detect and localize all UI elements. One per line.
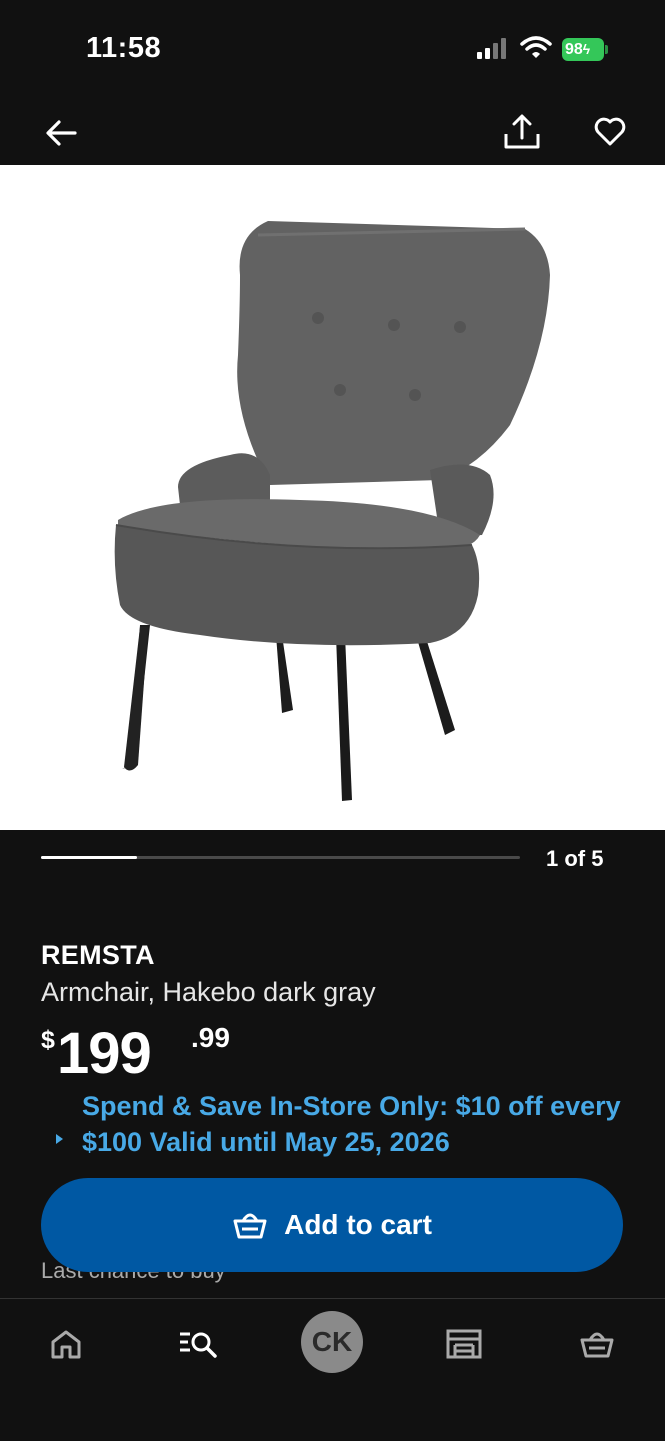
shopping-basket-icon bbox=[580, 1332, 614, 1358]
pager-progress-track bbox=[41, 856, 520, 859]
wifi-icon bbox=[520, 36, 552, 58]
add-to-cart-button[interactable]: Add to cart bbox=[41, 1178, 623, 1272]
charging-bolt-icon: ϟ bbox=[582, 41, 591, 57]
image-pager: 1 of 5 bbox=[0, 830, 665, 890]
share-button[interactable] bbox=[498, 108, 546, 156]
status-bar: 11:58 98ϟ bbox=[0, 0, 665, 100]
tab-cart[interactable] bbox=[572, 1319, 622, 1369]
top-navigation bbox=[0, 100, 665, 165]
pager-progress-fill bbox=[41, 856, 137, 859]
favorite-button[interactable] bbox=[586, 108, 634, 156]
back-button[interactable] bbox=[38, 110, 84, 156]
tab-search[interactable] bbox=[173, 1319, 223, 1369]
tab-home[interactable] bbox=[41, 1319, 91, 1369]
status-time: 11:58 bbox=[86, 32, 162, 64]
heart-icon bbox=[594, 117, 626, 146]
battery-level: 98 bbox=[565, 41, 583, 58]
product-image[interactable] bbox=[0, 165, 665, 830]
product-name: REMSTA bbox=[41, 940, 155, 970]
add-to-cart-label: Add to cart bbox=[284, 1209, 432, 1240]
price-integer: 199 bbox=[57, 1021, 152, 1086]
armchair-image bbox=[114, 221, 550, 801]
price-decimal: .99 bbox=[191, 1022, 230, 1053]
bottom-tab-bar: CK bbox=[0, 1298, 665, 1441]
arrow-left-icon bbox=[46, 120, 77, 146]
price-currency: $ bbox=[41, 1026, 55, 1054]
product-description: Armchair, Hakebo dark gray bbox=[41, 977, 376, 1007]
caret-right-icon bbox=[56, 1134, 63, 1144]
share-icon bbox=[504, 114, 540, 149]
store-icon bbox=[446, 1329, 482, 1359]
cellular-signal-icon bbox=[477, 38, 506, 59]
tab-profile[interactable]: CK bbox=[301, 1311, 363, 1373]
search-list-icon bbox=[180, 1332, 217, 1358]
tab-store[interactable] bbox=[439, 1319, 489, 1369]
home-icon bbox=[51, 1330, 81, 1359]
promo-banner[interactable]: Spend & Save In-Store Only: $10 off ever… bbox=[0, 1084, 665, 1178]
battery-indicator: 98ϟ bbox=[562, 38, 608, 61]
shopping-basket-icon bbox=[233, 1213, 267, 1239]
promo-text: Spend & Save In-Store Only: $10 off ever… bbox=[82, 1091, 621, 1157]
image-counter: 1 of 5 bbox=[546, 846, 604, 871]
